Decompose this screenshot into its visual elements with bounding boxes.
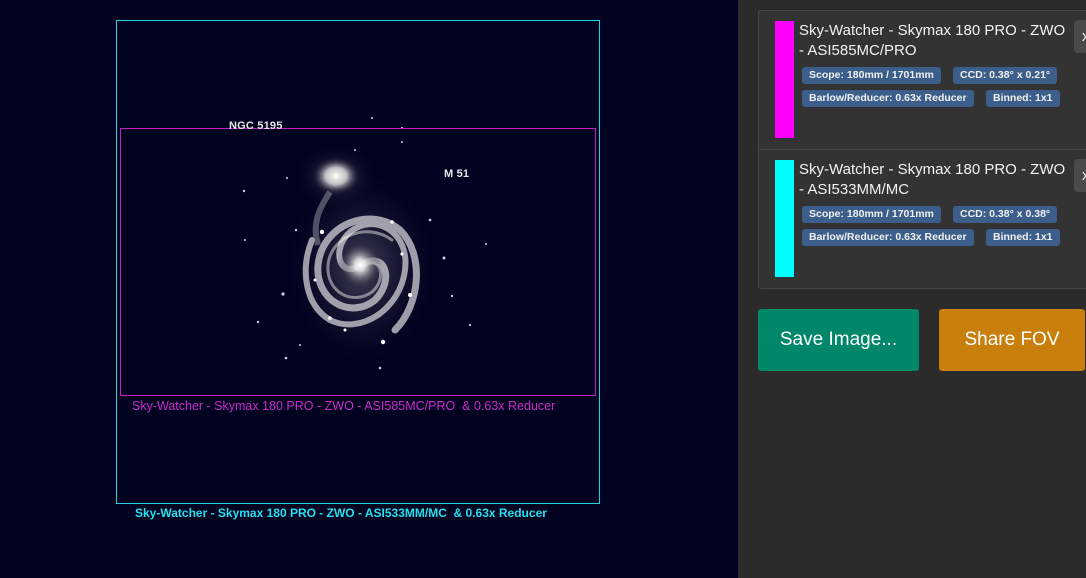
remove-equipment-button[interactable]: x <box>1074 20 1086 53</box>
object-label-m51: M 51 <box>444 168 470 180</box>
fov-caption-asi533: Sky-Watcher - Skymax 180 PRO - ZWO - ASI… <box>135 506 547 520</box>
equipment-panel: Sky-Watcher - Skymax 180 PRO - ZWO - ASI… <box>738 0 1086 578</box>
equipment-title: Sky-Watcher - Skymax 180 PRO - ZWO - ASI… <box>799 22 1066 59</box>
binned-badge: Binned: 1x1 <box>986 90 1060 107</box>
binned-badge: Binned: 1x1 <box>986 229 1060 246</box>
equipment-item: Sky-Watcher - Skymax 180 PRO - ZWO - ASI… <box>759 150 1086 288</box>
scope-badge: Scope: 180mm / 1701mm <box>802 67 941 84</box>
barlow-badge: Barlow/Reducer: 0.63x Reducer <box>802 229 974 246</box>
fov-preview-canvas[interactable]: NGC 5195 M 51 Sky-Watcher - Skymax 180 P… <box>0 0 738 578</box>
fov-color-swatch[interactable] <box>775 160 794 277</box>
equipment-list: Sky-Watcher - Skymax 180 PRO - ZWO - ASI… <box>758 10 1086 289</box>
share-fov-button[interactable]: Share FOV <box>939 309 1085 371</box>
fov-caption-asi585: Sky-Watcher - Skymax 180 PRO - ZWO - ASI… <box>132 399 556 413</box>
save-image-button[interactable]: Save Image... <box>758 309 919 371</box>
ccd-badge: CCD: 0.38° x 0.21° <box>953 67 1058 84</box>
barlow-badge: Barlow/Reducer: 0.63x Reducer <box>802 90 974 107</box>
remove-equipment-button[interactable]: x <box>1074 159 1086 192</box>
close-icon: x <box>1082 28 1086 45</box>
equipment-item: Sky-Watcher - Skymax 180 PRO - ZWO - ASI… <box>759 11 1086 150</box>
fov-frame-asi585 <box>120 128 596 396</box>
fov-color-swatch[interactable] <box>775 21 794 138</box>
equipment-title: Sky-Watcher - Skymax 180 PRO - ZWO - ASI… <box>799 161 1066 198</box>
ccd-badge: CCD: 0.38° x 0.38° <box>953 206 1058 223</box>
close-icon: x <box>1082 167 1086 184</box>
object-label-ngc5195: NGC 5195 <box>229 120 283 132</box>
scope-badge: Scope: 180mm / 1701mm <box>802 206 941 223</box>
